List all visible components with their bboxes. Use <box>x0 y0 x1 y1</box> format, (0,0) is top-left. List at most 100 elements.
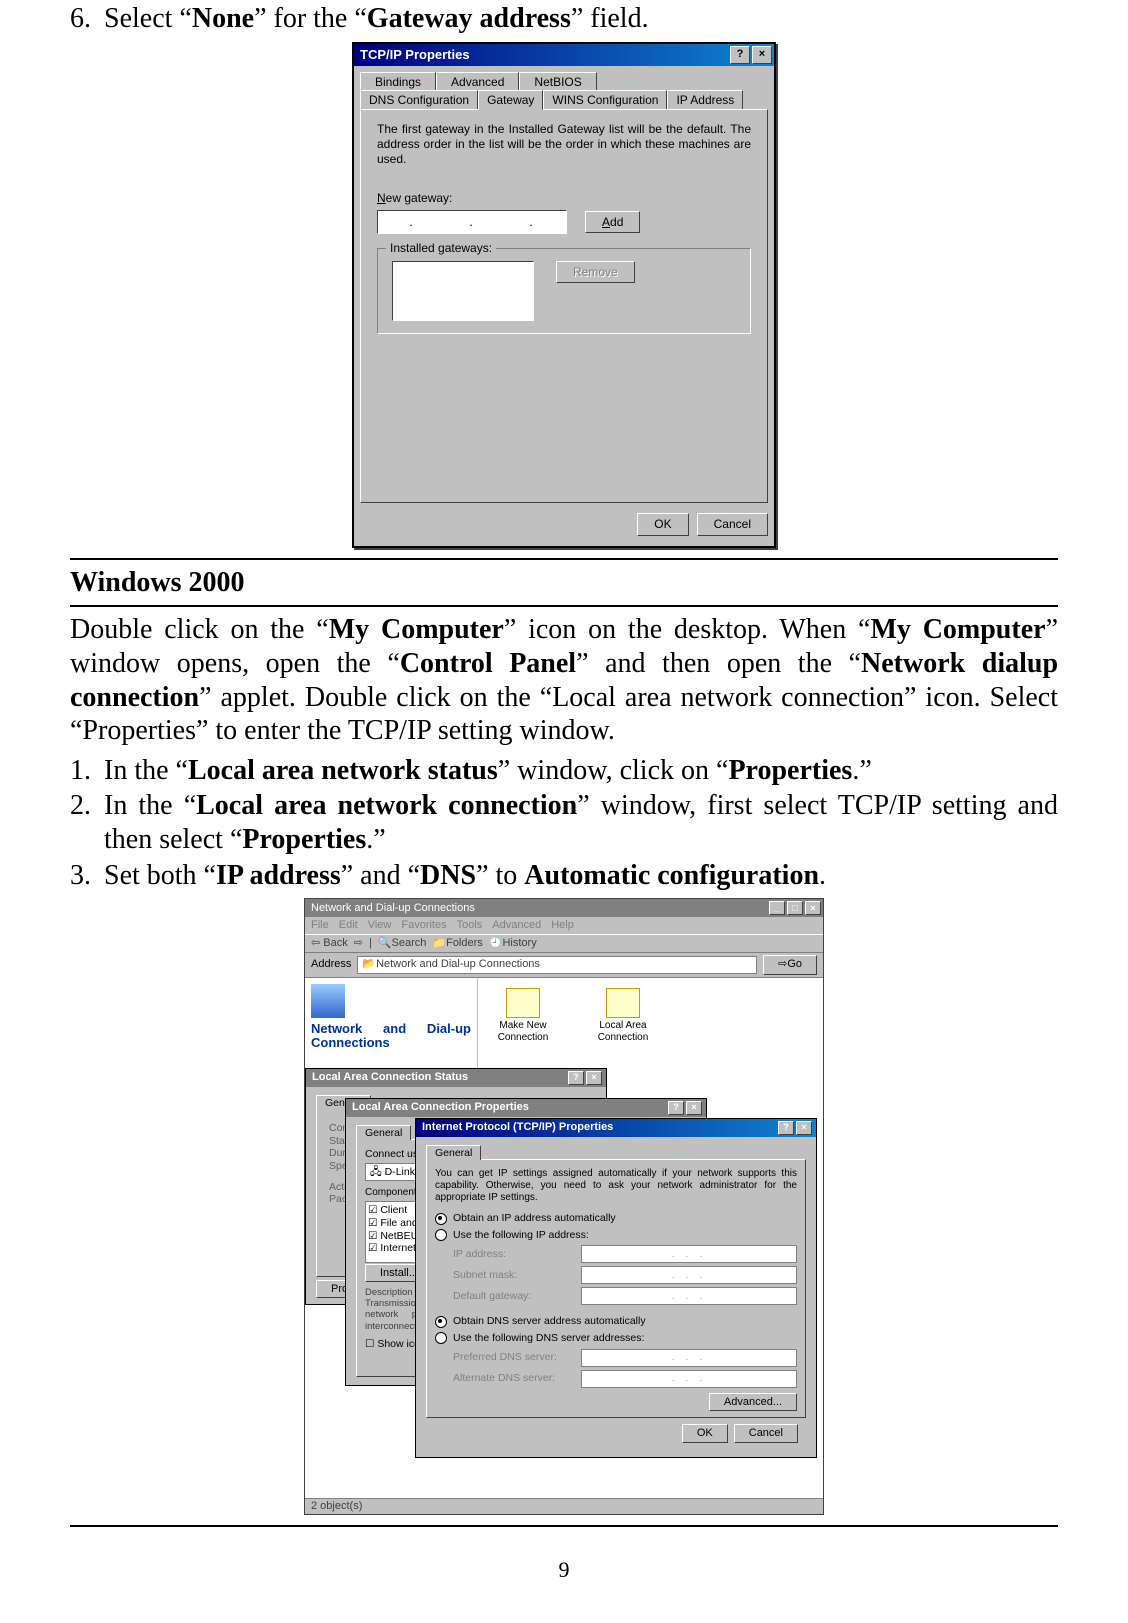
bold-my-computer: My Computer <box>870 614 1045 645</box>
menu-favorites[interactable]: Favorites <box>401 919 446 932</box>
w2k-step-3: 3. Set both “IP address” and “DNS” to Au… <box>70 859 1058 893</box>
back-button[interactable]: ⇦ Back <box>311 937 348 950</box>
bold-dns: DNS <box>420 860 476 891</box>
radio-icon <box>435 1213 447 1225</box>
bold-control-panel: Control Panel <box>400 648 576 679</box>
text: .” <box>852 755 871 786</box>
maximize-button[interactable]: □ <box>787 901 803 915</box>
text: Double click on the “ <box>70 614 329 645</box>
default-gateway-field: Default gateway:. . . <box>453 1287 797 1305</box>
tab-wins-config[interactable]: WINS Configuration <box>543 90 667 110</box>
menu-file[interactable]: File <box>311 919 329 932</box>
step-number: 1. <box>70 754 104 788</box>
explorer-title-bar: Network and Dial-up Connections _ □ × <box>305 899 823 917</box>
bold-none: None <box>192 3 254 34</box>
add-button[interactable]: AAdddd <box>585 211 640 233</box>
cancel-button[interactable]: Cancel <box>734 1424 798 1443</box>
help-button[interactable]: ? <box>668 1101 684 1115</box>
tabs-row-front: DNS Configuration Gateway WINS Configura… <box>360 90 768 110</box>
radio-icon <box>435 1316 447 1328</box>
figure-tcpip-properties: TCP/IP Properties ? × Bindings Advanced … <box>70 42 1058 548</box>
text: ” and “ <box>341 860 420 891</box>
status-bar: 2 object(s) <box>305 1498 823 1514</box>
page-number: 9 <box>70 1557 1058 1583</box>
tab-gateway[interactable]: Gateway <box>478 90 543 110</box>
close-button[interactable]: × <box>686 1101 702 1115</box>
left-pane-heading: Network and Dial-up Connections <box>311 1022 471 1051</box>
text: ” applet. Double click on the “Local are… <box>70 682 1058 747</box>
menu-help[interactable]: Help <box>551 919 574 932</box>
close-button[interactable]: × <box>752 46 772 64</box>
address-label: Address <box>311 958 351 971</box>
opt-auto-ip[interactable]: Obtain an IP address automatically <box>435 1212 797 1225</box>
tcpip-title: Internet Protocol (TCP/IP) Properties <box>422 1121 776 1134</box>
new-gateway-input[interactable]: ... <box>377 210 567 234</box>
minimize-button[interactable]: _ <box>769 901 785 915</box>
text: ” to <box>476 860 524 891</box>
preferred-dns-field: Preferred DNS server:. . . <box>453 1349 797 1367</box>
tab-dns-config[interactable]: DNS Configuration <box>360 90 478 110</box>
address-field[interactable]: 📂 Network and Dial-up Connections <box>357 956 757 974</box>
tab-general[interactable]: General <box>356 1125 411 1141</box>
search-button[interactable]: 🔍Search <box>378 937 427 950</box>
explorer-right-pane: Make New Connection Local Area Connectio… <box>478 978 823 1068</box>
advanced-button[interactable]: Advanced... <box>709 1393 797 1411</box>
opt-manual-ip[interactable]: Use the following IP address: <box>435 1229 797 1242</box>
ok-button[interactable]: OK <box>637 513 688 535</box>
tabs-row-back: Bindings Advanced NetBIOS <box>360 72 768 91</box>
ok-button[interactable]: OK <box>682 1424 728 1443</box>
forward-button[interactable]: ⇨ <box>354 937 363 950</box>
help-button[interactable]: ? <box>568 1071 584 1085</box>
icon-local-area-connection[interactable]: Local Area Connection <box>588 988 658 1058</box>
icon-make-new-connection[interactable]: Make New Connection <box>488 988 558 1058</box>
menu-view[interactable]: View <box>368 919 392 932</box>
bold-ip-address: IP address <box>216 860 341 891</box>
bold-lan-connection: Local area network connection <box>196 790 577 821</box>
alternate-dns-field: Alternate DNS server:. . . <box>453 1370 797 1388</box>
tab-ip-address[interactable]: IP Address <box>667 90 743 110</box>
tab-panel-gateway: The first gateway in the Installed Gatew… <box>360 109 768 503</box>
opt-auto-dns[interactable]: Obtain DNS server address automatically <box>435 1315 797 1328</box>
menu-advanced[interactable]: Advanced <box>492 919 541 932</box>
history-button[interactable]: 🕘History <box>489 937 537 950</box>
help-button[interactable]: ? <box>778 1121 794 1135</box>
folder-icon <box>311 984 345 1018</box>
tab-bindings[interactable]: Bindings <box>360 72 436 91</box>
remove-button[interactable]: Remove <box>556 261 635 283</box>
text: ” field. <box>571 3 649 34</box>
close-button[interactable]: × <box>805 901 821 915</box>
dialog-footer: OK Cancel <box>354 507 774 545</box>
menu-bar: File Edit View Favorites Tools Advanced … <box>305 917 823 934</box>
step-text: Select “None” for the “Gateway address” … <box>104 2 1058 36</box>
text: Set both “ <box>104 860 216 891</box>
folders-button[interactable]: 📁Folders <box>432 937 482 950</box>
go-button[interactable]: ⇨Go <box>763 955 817 974</box>
close-button[interactable]: × <box>586 1071 602 1085</box>
cancel-button[interactable]: Cancel <box>697 513 768 535</box>
installed-gateways-label: Installed gateways: <box>386 241 496 255</box>
figure-w2k-network-settings: Network and Dial-up Connections _ □ × Fi… <box>70 898 1058 1515</box>
explorer-window: Network and Dial-up Connections _ □ × Fi… <box>304 898 824 1515</box>
explorer-left-pane: Network and Dial-up Connections <box>305 978 478 1068</box>
bold-my-computer: My Computer <box>329 614 504 645</box>
menu-edit[interactable]: Edit <box>339 919 358 932</box>
status-title: Local Area Connection Status <box>312 1071 566 1084</box>
heading-windows-2000: Windows 2000 <box>70 566 1058 600</box>
help-button[interactable]: ? <box>730 46 750 64</box>
title-bar: TCP/IP Properties ? × <box>354 44 774 66</box>
tab-netbios[interactable]: NetBIOS <box>519 72 596 91</box>
menu-tools[interactable]: Tools <box>457 919 483 932</box>
w2k-step-2: 2. In the “Local area network connection… <box>70 789 1058 856</box>
tab-advanced[interactable]: Advanced <box>436 72 519 91</box>
bold-properties: Properties <box>728 755 852 786</box>
opt-manual-dns[interactable]: Use the following DNS server addresses: <box>435 1332 797 1345</box>
close-button[interactable]: × <box>796 1121 812 1135</box>
text: ” icon on the desktop. When “ <box>504 614 871 645</box>
bold-auto-config: Automatic configuration <box>524 860 819 891</box>
divider <box>70 1525 1058 1527</box>
new-gateway-label: NNew gateway:ew gateway: <box>377 191 751 205</box>
installed-gateways-list[interactable] <box>392 261 534 321</box>
w2k-step-1: 1. In the “Local area network status” wi… <box>70 754 1058 788</box>
step-text: In the “Local area network status” windo… <box>104 754 1058 788</box>
tab-general[interactable]: General <box>426 1145 481 1161</box>
